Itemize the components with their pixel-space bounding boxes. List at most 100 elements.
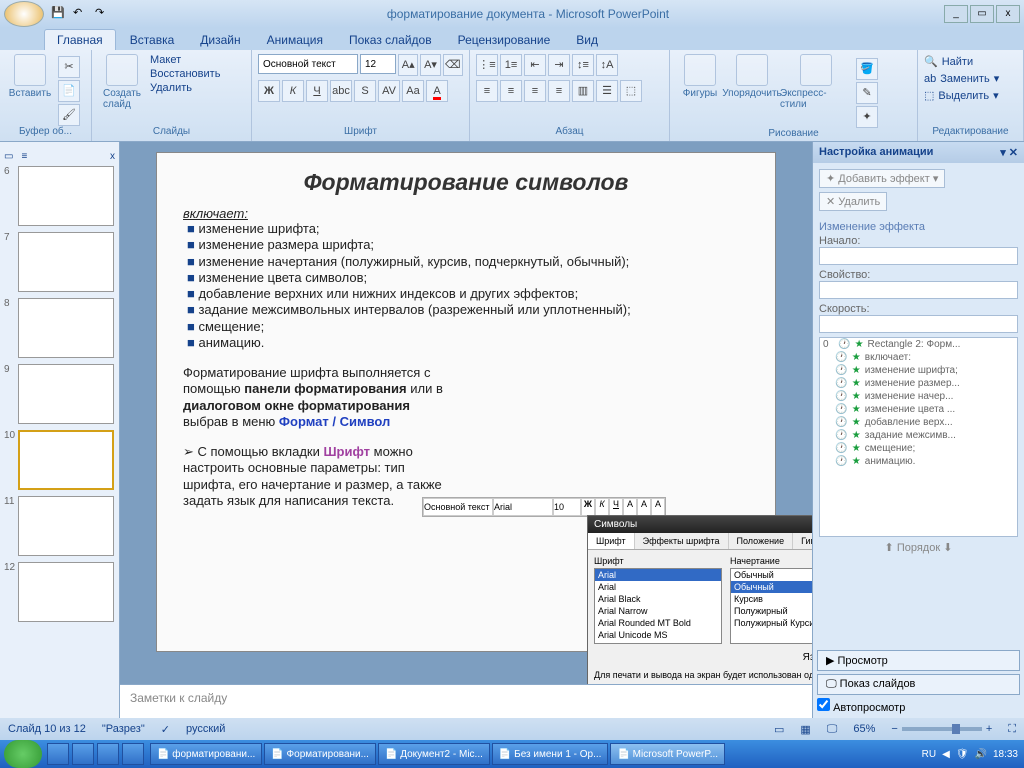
bullet-item[interactable]: добавление верхних или нижних индексов и… <box>187 286 749 302</box>
font-name-select[interactable] <box>258 54 358 74</box>
strike-icon[interactable]: abc <box>330 80 352 102</box>
slide-editor[interactable]: Форматирование символов включает: измене… <box>156 152 776 652</box>
thumbnail-9[interactable]: 9 <box>4 364 115 424</box>
tab-view[interactable]: Вид <box>564 30 610 50</box>
taskbar-item[interactable]: 📄 Без имени 1 - Op... <box>492 743 609 765</box>
slideshow-button[interactable]: 🖵 Показ слайдов <box>817 674 1020 695</box>
indent-dec-icon[interactable]: ⇤ <box>524 54 546 76</box>
shape-effects-icon[interactable]: ✦ <box>856 106 878 128</box>
thumbnail-10[interactable]: 10 <box>4 430 115 490</box>
dialog-tab[interactable]: Шрифт <box>588 533 635 549</box>
italic-icon[interactable]: К <box>282 80 304 102</box>
view-sorter-icon[interactable]: ▦ <box>800 723 810 736</box>
animation-item[interactable]: 🕐 ★ изменение шрифта; <box>820 364 1017 377</box>
animation-item[interactable]: 🕐 ★ анимацию. <box>820 455 1017 468</box>
select-button[interactable]: ⬚ Выделить ▾ <box>924 88 999 103</box>
dialog-tab[interactable]: Гиперссылка <box>793 533 812 549</box>
bullet-item[interactable]: задание межсимвольных интервалов (разреж… <box>187 302 749 318</box>
smartart-icon[interactable]: ⬚ <box>620 80 642 102</box>
quicklaunch-icon[interactable] <box>72 743 94 765</box>
tab-animation[interactable]: Анимация <box>255 30 335 50</box>
mini-color-icon[interactable]: A <box>651 498 665 516</box>
tray-icon[interactable]: 🛡 <box>956 749 969 760</box>
animation-item[interactable]: 🕐 ★ изменение цвета ... <box>820 403 1017 416</box>
animation-list[interactable]: 0 🕐 ★ Rectangle 2: Форм... 🕐 ★ включает:… <box>819 337 1018 537</box>
bullets-icon[interactable]: ⋮≡ <box>476 54 498 76</box>
tray-icon[interactable]: ◀ <box>942 749 950 760</box>
mini-font-face[interactable] <box>493 498 553 516</box>
align-left-icon[interactable]: ≡ <box>476 80 498 102</box>
tray-icon[interactable]: 🔊 <box>975 749 987 760</box>
includes-label[interactable]: включает: <box>183 206 749 221</box>
preview-button[interactable]: ▶ Просмотр <box>817 650 1020 671</box>
language-status[interactable]: русский <box>186 723 225 735</box>
text-direction-icon[interactable]: ↕A <box>596 54 618 76</box>
animation-item[interactable]: 🕐 ★ изменение начер... <box>820 390 1017 403</box>
start-select[interactable] <box>819 247 1018 265</box>
thumbnail-11[interactable]: 11 <box>4 496 115 556</box>
tab-insert[interactable]: Вставка <box>118 30 187 50</box>
slide-title[interactable]: Форматирование символов <box>183 169 749 196</box>
quick-styles-button[interactable]: Экспресс-стили <box>780 54 852 110</box>
shapes-button[interactable]: Фигуры <box>676 54 724 99</box>
align-right-icon[interactable]: ≡ <box>524 80 546 102</box>
tab-home[interactable]: Главная <box>44 29 116 50</box>
font-size-select[interactable] <box>360 54 396 74</box>
zoom-percent[interactable]: 65% <box>853 723 875 735</box>
speed-select[interactable] <box>819 315 1018 333</box>
new-slide-button[interactable]: Создать слайд <box>98 54 146 110</box>
bullet-list[interactable]: изменение шрифта;изменение размера шрифт… <box>187 221 749 351</box>
close-button[interactable]: x <box>996 5 1020 23</box>
save-icon[interactable]: 💾 <box>50 5 68 23</box>
replace-button[interactable]: ab Заменить ▾ <box>924 71 999 86</box>
arrange-button[interactable]: Упорядочить <box>728 54 776 99</box>
numbering-icon[interactable]: 1≡ <box>500 54 522 76</box>
minimize-button[interactable]: _ <box>944 5 968 23</box>
thumbnail-7[interactable]: 7 <box>4 232 115 292</box>
dialog-tab[interactable]: Положение <box>729 533 794 549</box>
clock[interactable]: 18:33 <box>993 749 1018 760</box>
tab-slideshow[interactable]: Показ слайдов <box>337 30 444 50</box>
quicklaunch-icon[interactable] <box>122 743 144 765</box>
clear-format-icon[interactable]: ⌫ <box>443 54 463 76</box>
add-effect-button[interactable]: ✦ Добавить эффект ▾ <box>819 169 945 188</box>
slides-tab-icon[interactable]: ▭ <box>4 151 13 162</box>
dialog-tab[interactable]: Эффекты шрифта <box>635 533 729 549</box>
zoom-in-icon[interactable]: + <box>986 723 992 735</box>
bold-icon[interactable]: Ж <box>258 80 280 102</box>
font-list[interactable]: ArialArialArial BlackArial NarrowArial R… <box>594 568 722 644</box>
undo-icon[interactable]: ↶ <box>72 5 90 23</box>
autopreview-checkbox[interactable]: Автопросмотр <box>817 702 905 714</box>
mini-format-toolbar[interactable]: Ж К Ч A A A <box>422 497 666 517</box>
tab-review[interactable]: Рецензирование <box>446 30 563 50</box>
align-center-icon[interactable]: ≡ <box>500 80 522 102</box>
spellcheck-icon[interactable]: ✓ <box>161 723 170 736</box>
view-normal-icon[interactable]: ▭ <box>774 723 784 736</box>
quicklaunch-icon[interactable] <box>47 743 69 765</box>
animation-item[interactable]: 0 🕐 ★ Rectangle 2: Форм... <box>820 338 1017 351</box>
reset-button[interactable]: Восстановить <box>150 68 220 80</box>
columns-icon[interactable]: ▥ <box>572 80 594 102</box>
mini-bold-icon[interactable]: Ж <box>581 498 595 516</box>
font-dialog[interactable]: Символы✕ ШрифтЭффекты шрифтаПоложениеГип… <box>587 515 812 684</box>
animation-item[interactable]: 🕐 ★ смещение; <box>820 442 1017 455</box>
animation-item[interactable]: 🕐 ★ добавление верх... <box>820 416 1017 429</box>
start-button[interactable] <box>4 740 42 768</box>
delete-slide-button[interactable]: Удалить <box>150 82 220 94</box>
taskbar-item[interactable]: 📄 Документ2 - Mic... <box>378 743 490 765</box>
underline-icon[interactable]: Ч <box>306 80 328 102</box>
paragraph-2[interactable]: ➢ С помощью вкладки Шрифт можно настроит… <box>183 444 443 509</box>
bullet-item[interactable]: изменение начертания (полужирный, курсив… <box>187 254 749 270</box>
paste-button[interactable]: Вставить <box>6 54 54 99</box>
lang-indicator[interactable]: RU <box>922 749 936 760</box>
notes-pane[interactable]: Заметки к слайду <box>120 684 812 718</box>
grow-font-icon[interactable]: A▴ <box>398 54 418 76</box>
mini-italic-icon[interactable]: К <box>595 498 609 516</box>
bullet-item[interactable]: изменение цвета символов; <box>187 270 749 286</box>
view-slideshow-icon[interactable]: 🖵 <box>827 723 838 736</box>
bullet-item[interactable]: анимацию. <box>187 335 749 351</box>
font-color-icon[interactable]: A <box>426 80 448 102</box>
shrink-font-icon[interactable]: A▾ <box>420 54 440 76</box>
shape-outline-icon[interactable]: ✎ <box>856 82 878 104</box>
thumbnail-6[interactable]: 6 <box>4 166 115 226</box>
